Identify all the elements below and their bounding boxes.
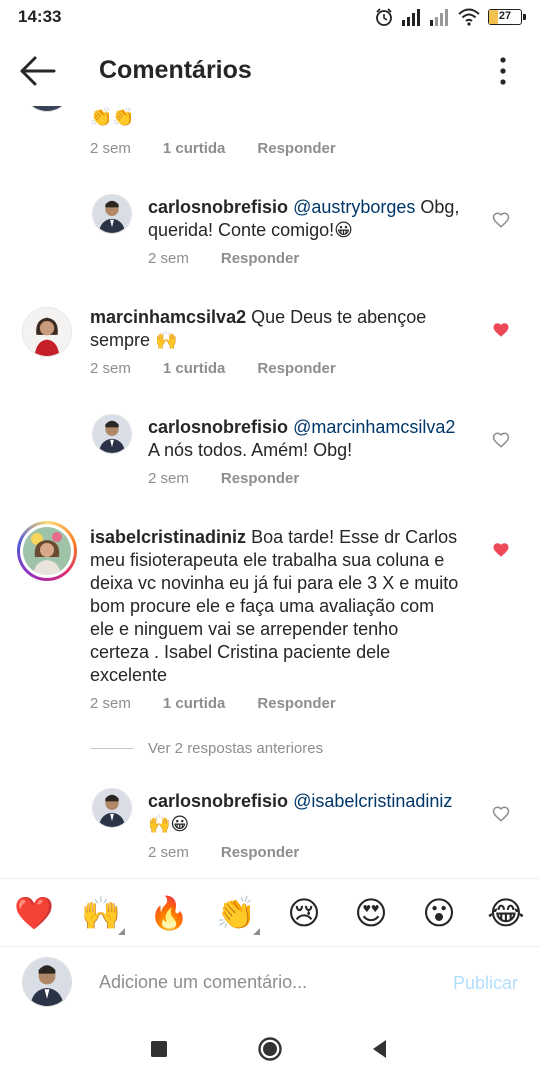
battery-icon: 27 — [488, 9, 526, 25]
heart-filled-icon[interactable] — [492, 541, 510, 559]
view-previous-replies[interactable]: Ver 2 respostas anteriores — [90, 740, 323, 757]
status-icons: 27 — [374, 7, 526, 27]
comment-username[interactable]: marcinhamcsilva2 — [90, 307, 246, 327]
comment-time: 2 sem — [90, 695, 131, 712]
comment-meta: 2 sem 1 curtida Responder — [90, 695, 368, 712]
emoji-raising-hands[interactable]: 🙌 — [81, 893, 125, 935]
avatar[interactable] — [92, 788, 132, 828]
comment-body: A nós todos. Amém! Obg! — [148, 440, 353, 460]
view-previous-replies-label: Ver 2 respostas anteriores — [148, 740, 324, 757]
reply-button[interactable]: Responder — [221, 250, 299, 267]
current-user-avatar — [22, 957, 72, 1007]
emoji-clapping-hands[interactable]: 👏 — [216, 893, 260, 935]
comment-meta: 2 sem Responder — [148, 250, 331, 267]
battery-level: 27 — [498, 10, 512, 22]
comment-meta: 2 sem Responder — [148, 470, 331, 487]
comment-time: 2 sem — [90, 360, 131, 377]
comment-mention[interactable]: @isabelcristinadiniz — [293, 791, 452, 811]
status-bar: 14:33 27 — [0, 0, 540, 36]
comment-text: carlosnobrefisio @isabelcristinadiniz 🙌😀 — [148, 790, 478, 836]
recent-apps-icon[interactable] — [146, 1036, 172, 1062]
comment-text: isabelcristinadiniz Boa tarde! Esse dr C… — [90, 526, 462, 687]
comment-time: 2 sem — [148, 250, 189, 267]
comment-body: 🙌😀 — [148, 814, 190, 834]
comment-meta: 2 sem 1 curtida Responder — [90, 140, 368, 157]
comments-list[interactable]: 👏👏 2 sem 1 curtida Responder carlosnobre… — [0, 96, 540, 878]
avatar[interactable] — [92, 414, 132, 454]
reply-button[interactable]: Responder — [257, 360, 335, 377]
comment-username[interactable]: carlosnobrefisio — [148, 417, 288, 437]
comment-username[interactable]: carlosnobrefisio — [148, 791, 288, 811]
comment-mention[interactable]: @austryborges — [293, 197, 415, 217]
heart-outline-icon[interactable] — [492, 431, 510, 449]
emoji-quick-bar: ❤️ 🙌 🔥 👏 😢 😍 😮 😂 — [0, 878, 540, 946]
page-title: Comentários — [99, 56, 252, 84]
comment-likes[interactable]: 1 curtida — [163, 360, 226, 377]
heart-outline-icon[interactable] — [492, 805, 510, 823]
status-time: 14:33 — [18, 7, 62, 26]
heart-outline-icon[interactable] — [492, 211, 510, 229]
avatar[interactable] — [92, 194, 132, 234]
comment-input[interactable]: Adicione um comentário... — [99, 972, 307, 993]
reply-button[interactable]: Responder — [257, 140, 335, 157]
publish-button[interactable]: Publicar — [453, 973, 518, 994]
reply-button[interactable]: Responder — [257, 695, 335, 712]
comment-text: marcinhamcsilva2 Que Deus te abençoe sem… — [90, 306, 470, 352]
emoji-fire[interactable]: 🔥 — [149, 893, 189, 933]
more-vertical-icon[interactable] — [496, 56, 510, 86]
emoji-red-heart[interactable]: ❤️ — [14, 893, 54, 933]
arrow-left-icon[interactable] — [18, 54, 58, 88]
comment-text: carlosnobrefisio @marcinhamcsilva2 A nós… — [148, 416, 478, 462]
reply-button[interactable]: Responder — [221, 844, 299, 861]
alarm-icon — [376, 8, 392, 26]
signal-icon — [402, 9, 420, 26]
emoji-joy-face[interactable]: 😂 — [486, 893, 526, 933]
wifi-icon — [458, 8, 480, 26]
header: Comentários — [0, 36, 540, 106]
comment-meta: 2 sem 1 curtida Responder — [90, 360, 368, 377]
comment-mention[interactable]: @marcinhamcsilva2 — [293, 417, 455, 437]
comment-time: 2 sem — [148, 470, 189, 487]
avatar-story-ring[interactable] — [17, 521, 77, 581]
avatar[interactable] — [22, 307, 72, 357]
comment-text: carlosnobrefisio @austryborges Obg, quer… — [148, 196, 478, 242]
heart-filled-icon[interactable] — [492, 321, 510, 339]
emoji-heart-eyes[interactable]: 😍 — [351, 893, 391, 933]
reply-button[interactable]: Responder — [221, 470, 299, 487]
emoji-crying-face[interactable]: 😢 — [284, 893, 324, 933]
comment-composer: Adicione um comentário... Publicar — [0, 946, 540, 1016]
comment-time: 2 sem — [148, 844, 189, 861]
home-icon[interactable] — [257, 1036, 283, 1062]
comment-meta: 2 sem Responder — [148, 844, 331, 861]
signal-icon — [430, 9, 448, 26]
back-nav-icon[interactable] — [367, 1036, 393, 1062]
comment-likes[interactable]: 1 curtida — [163, 140, 226, 157]
emoji-surprised-face[interactable]: 😮 — [419, 893, 459, 933]
comment-body: Boa tarde! Esse dr Carlos meu fisioterap… — [90, 527, 459, 685]
comment-text: 👏👏 — [90, 106, 470, 129]
divider — [90, 748, 134, 749]
comment-time: 2 sem — [90, 140, 131, 157]
comment-username[interactable]: carlosnobrefisio — [148, 197, 288, 217]
comment-body: 👏👏 — [90, 107, 135, 127]
comment-likes[interactable]: 1 curtida — [163, 695, 226, 712]
system-nav-bar — [0, 1016, 540, 1080]
comment-username[interactable]: isabelcristinadiniz — [90, 527, 246, 547]
